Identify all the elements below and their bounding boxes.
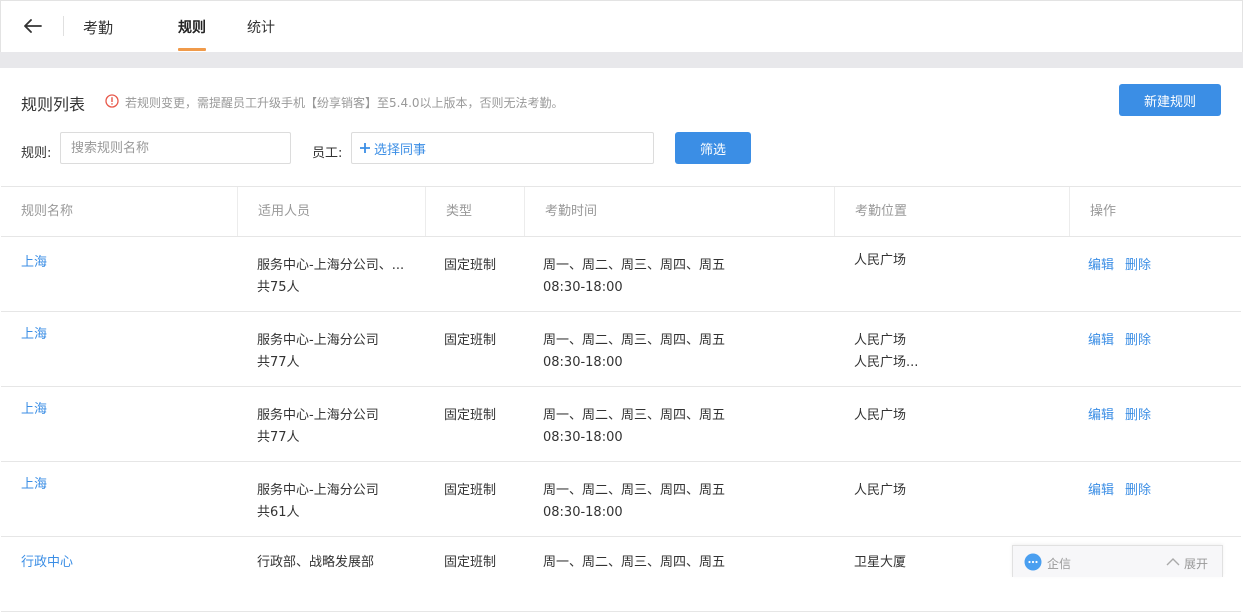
delete-button[interactable]: 删除	[1125, 480, 1151, 502]
tab-statistics[interactable]: 统计	[247, 17, 275, 37]
delete-button[interactable]: 删除	[1125, 330, 1151, 352]
expand-label[interactable]: 展开	[1184, 555, 1208, 572]
rule-name-link[interactable]: 上海	[21, 474, 47, 496]
table-row: 上海 服务中心-上海分公司、... 共75人 固定班制 周一、周二、周三、周四、…	[1, 237, 1241, 312]
table-row: 上海 服务中心-上海分公司 共77人 固定班制 周一、周二、周三、周四、周五 0…	[1, 387, 1241, 462]
time-cell: 周一、周二、周三、周四、周五 08:30-18:00	[543, 330, 725, 374]
filter-button[interactable]: 筛选	[675, 132, 751, 164]
location-text: 人民广场	[854, 483, 907, 498]
location-cell: 人民广场	[854, 480, 906, 502]
staff-cell: 服务中心-上海分公司 共77人	[257, 330, 379, 374]
column-header-rule-name: 规则名称	[21, 204, 74, 219]
type-cell: 固定班制	[444, 258, 497, 273]
work-days: 周一、周二、周三、周四、周五	[543, 555, 726, 570]
new-rule-button[interactable]: 新建规则	[1119, 84, 1221, 116]
location-text: 人民广场	[854, 408, 907, 423]
active-tab-indicator	[178, 48, 206, 51]
page-title: 规则列表	[21, 95, 86, 114]
back-button[interactable]	[20, 13, 46, 39]
location-text: 卫星大厦	[854, 555, 907, 570]
column-header-staff: 适用人员	[237, 187, 425, 236]
rule-name-link[interactable]: 上海	[21, 252, 47, 274]
app-title: 考勤	[83, 19, 114, 37]
work-hours: 08:30-18:00	[543, 355, 623, 370]
warning-icon	[105, 94, 119, 108]
work-hours: 08:30-18:00	[543, 280, 623, 295]
staff-count: 共77人	[257, 355, 300, 370]
staff-text: 服务中心-上海分公司	[257, 333, 379, 348]
table-row: 上海 服务中心-上海分公司 共61人 固定班制 周一、周二、周三、周四、周五 0…	[1, 462, 1241, 537]
staff-count: 共75人	[257, 280, 300, 295]
column-header-actions: 操作	[1069, 187, 1241, 236]
time-cell: 周一、周二、周三、周四、周五 08:30-18:00	[543, 480, 725, 524]
staff-text: 服务中心-上海分公司、...	[257, 258, 405, 273]
staff-cell: 服务中心-上海分公司 共77人	[257, 405, 379, 449]
table-header: 规则名称 适用人员 类型 考勤时间 考勤位置 操作	[1, 186, 1241, 237]
rule-name-link[interactable]: 上海	[21, 399, 47, 421]
work-hours: 08:30-18:00	[543, 430, 623, 445]
section-separator	[0, 52, 1243, 68]
work-days: 周一、周二、周三、周四、周五	[543, 333, 726, 348]
edit-button[interactable]: 编辑	[1088, 480, 1114, 502]
staff-cell: 服务中心-上海分公司 共61人	[257, 480, 379, 524]
rule-name-link[interactable]: 行政中心	[21, 552, 73, 574]
type-cell: 固定班制	[444, 483, 497, 498]
staff-count: 共77人	[257, 430, 300, 445]
upgrade-warning-text: 若规则变更，需提醒员工升级手机【纷享销客】至5.4.0以上版本，否则无法考勤。	[125, 96, 564, 110]
location-cell: 人民广场	[854, 405, 906, 427]
column-header-type: 类型	[425, 187, 524, 236]
rule-search-input[interactable]	[60, 132, 291, 164]
type-cell: 固定班制	[444, 408, 497, 423]
location-text: 人民广场	[854, 333, 907, 348]
work-days: 周一、周二、周三、周四、周五	[543, 483, 726, 498]
location-text-2: 人民广场...	[854, 355, 919, 370]
work-days: 周一、周二、周三、周四、周五	[543, 258, 726, 273]
arrow-left-icon	[24, 19, 42, 33]
rule-filter-label: 规则:	[21, 146, 52, 161]
column-header-location: 考勤位置	[834, 187, 1069, 236]
type-cell: 固定班制	[444, 333, 497, 348]
staff-count: 共61人	[257, 505, 300, 520]
staff-picker[interactable]: 选择同事	[351, 132, 654, 164]
work-days: 周一、周二、周三、周四、周五	[543, 408, 726, 423]
staff-text: 行政部、战略发展部	[257, 555, 375, 570]
chat-widget[interactable]: 企信 展开	[1012, 545, 1223, 577]
chat-bubble-icon	[1024, 553, 1042, 571]
location-text: 人民广场	[854, 253, 907, 268]
edit-button[interactable]: 编辑	[1088, 330, 1114, 352]
tab-rules[interactable]: 规则	[178, 17, 206, 37]
nav-divider	[63, 16, 64, 36]
chat-label: 企信	[1047, 557, 1072, 571]
delete-button[interactable]: 删除	[1125, 255, 1151, 277]
table-row: 上海 服务中心-上海分公司 共77人 固定班制 周一、周二、周三、周四、周五 0…	[1, 312, 1241, 387]
delete-button[interactable]: 删除	[1125, 405, 1151, 427]
time-cell: 周一、周二、周三、周四、周五 08:30-18:00	[543, 255, 725, 299]
select-colleague-link[interactable]: 选择同事	[374, 139, 426, 158]
work-hours: 08:30-18:00	[543, 505, 623, 520]
location-cell: 人民广场 人民广场...	[854, 330, 918, 374]
edit-button[interactable]: 编辑	[1088, 255, 1114, 277]
rule-name-link[interactable]: 上海	[21, 324, 47, 346]
time-cell: 周一、周二、周三、周四、周五 08:30-18:00	[543, 405, 725, 449]
location-cell: 人民广场	[854, 250, 906, 272]
staff-text: 服务中心-上海分公司	[257, 408, 379, 423]
column-header-time: 考勤时间	[524, 187, 834, 236]
chevron-up-icon	[1166, 558, 1180, 566]
type-cell: 固定班制	[444, 555, 497, 570]
staff-text: 服务中心-上海分公司	[257, 483, 379, 498]
staff-filter-label: 员工:	[312, 146, 343, 161]
plus-icon	[360, 143, 370, 153]
top-nav-bar: 考勤 规则 统计	[0, 0, 1243, 52]
edit-button[interactable]: 编辑	[1088, 405, 1114, 427]
staff-cell: 服务中心-上海分公司、... 共75人	[257, 255, 404, 299]
